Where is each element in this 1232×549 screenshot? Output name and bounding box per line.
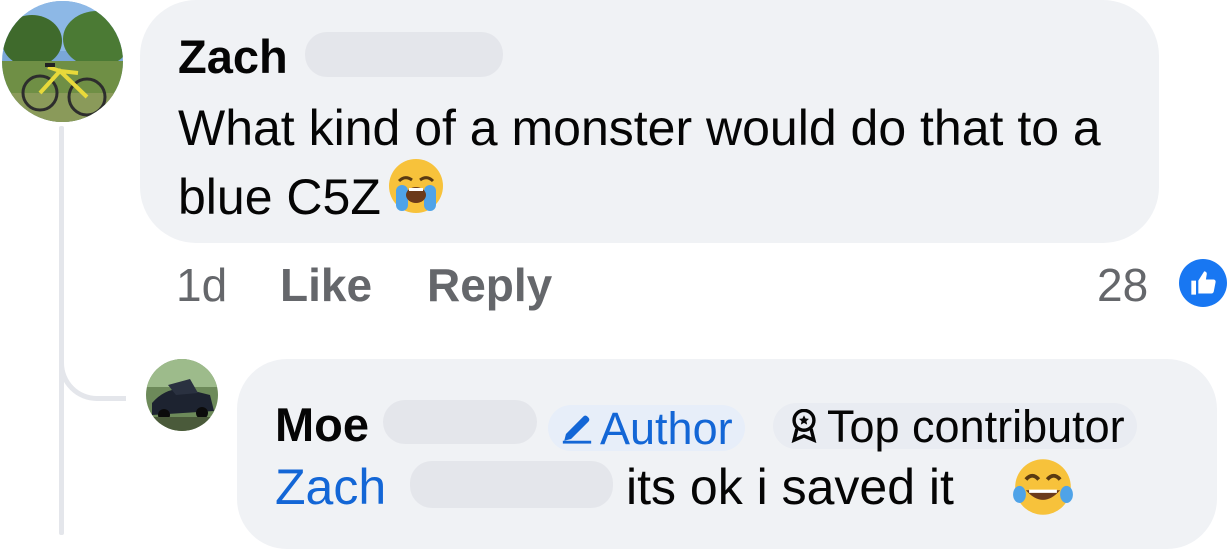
award-ribbon-icon: [789, 409, 819, 443]
reaction-count[interactable]: 28: [1097, 262, 1148, 308]
reply-text: its ok i saved it: [626, 459, 954, 515]
comment-author-name[interactable]: Zach: [178, 33, 288, 80]
author-badge-label: Author: [600, 402, 733, 454]
tears-of-joy-emoji-icon: [1012, 456, 1074, 523]
thread-reply-connector: [59, 300, 126, 401]
reply-author-name[interactable]: Moe: [275, 401, 369, 448]
avatar-moe[interactable]: [146, 359, 218, 431]
thumbs-up-icon[interactable]: [1179, 259, 1227, 307]
like-button[interactable]: Like: [280, 262, 372, 308]
avatar-zach[interactable]: [2, 1, 123, 122]
top-contributor-label: Top contributor: [827, 400, 1125, 452]
comment-text: What kind of a monster would do that to …: [178, 94, 1148, 239]
top-contributor-badge[interactable]: Top contributor: [773, 403, 1137, 449]
reply-button[interactable]: Reply: [427, 262, 552, 308]
pencil-icon: [560, 411, 594, 445]
loudly-crying-face-emoji-icon: [387, 157, 445, 233]
redacted-surname: [305, 32, 503, 77]
comment-timestamp[interactable]: 1d: [176, 262, 227, 308]
redacted-surname: [383, 400, 537, 444]
mention-link[interactable]: Zach: [275, 462, 386, 512]
author-badge[interactable]: Author: [548, 405, 745, 451]
redacted-surname: [410, 461, 613, 508]
comment-body: What kind of a monster would do that to …: [178, 100, 1115, 226]
